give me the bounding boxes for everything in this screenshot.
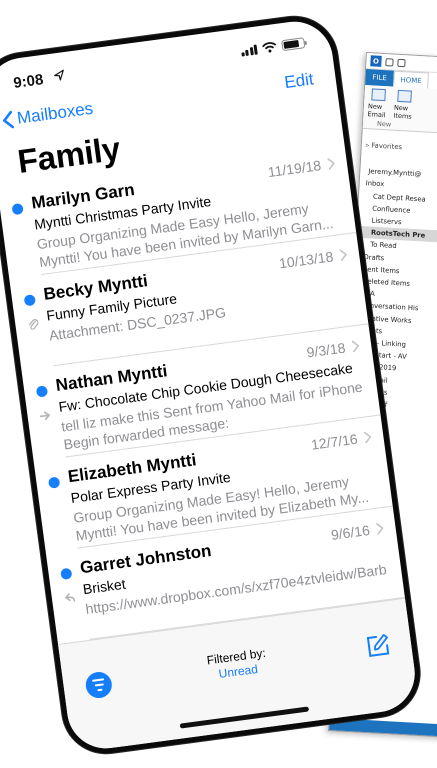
back-label: Mailboxes <box>15 98 95 128</box>
wifi-icon <box>262 42 277 53</box>
back-to-mailboxes-button[interactable]: Mailboxes <box>1 99 94 131</box>
forwarded-arrow-icon <box>39 411 50 421</box>
iphone: 9:08 Mailboxes Edit Family Marilyn Garn … <box>0 0 437 768</box>
message-date: 10/13/18 <box>278 248 335 272</box>
edit-button[interactable]: Edit <box>283 69 315 93</box>
status-time: 9:08 <box>12 71 45 92</box>
chevron-right-icon <box>376 523 384 535</box>
message-date: 12/7/16 <box>310 430 359 453</box>
replied-arrow-icon <box>65 593 76 602</box>
unread-dot-icon <box>11 202 24 216</box>
chevron-right-icon <box>351 340 359 353</box>
message-date: 11/19/18 <box>266 157 323 181</box>
chevron-right-icon <box>363 431 372 444</box>
battery-icon <box>281 37 306 52</box>
unread-dot-icon <box>47 476 61 489</box>
chevron-left-icon <box>3 110 15 129</box>
filter-status[interactable]: Filtered by: Unread <box>62 627 413 703</box>
chevron-right-icon <box>339 249 347 261</box>
phone-screen: 9:08 Mailboxes Edit Family Marilyn Garn … <box>0 16 420 754</box>
unread-dot-icon <box>35 385 49 398</box>
message-date: 9/6/16 <box>329 521 371 543</box>
chevron-right-icon <box>327 158 335 170</box>
cellular-signal-icon <box>240 44 258 57</box>
phone-frame: 9:08 Mailboxes Edit Family Marilyn Garn … <box>0 11 426 759</box>
message-date: 9/3/18 <box>305 339 347 361</box>
home-indicator[interactable] <box>179 706 310 729</box>
status-icons <box>240 37 306 57</box>
unread-dot-icon <box>60 567 73 581</box>
compose-icon[interactable] <box>363 631 392 660</box>
paperclip-icon <box>28 319 39 330</box>
location-arrow-icon <box>54 69 64 81</box>
unread-dot-icon <box>23 294 36 307</box>
